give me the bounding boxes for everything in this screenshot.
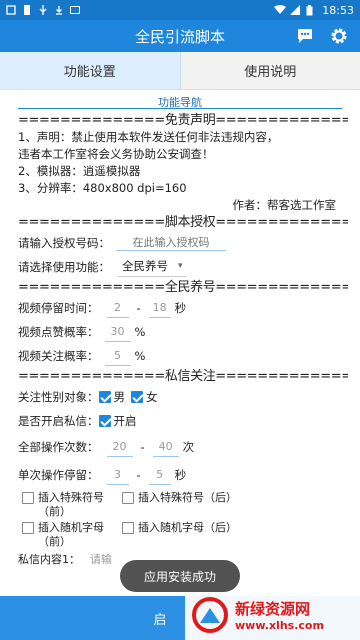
total-ops-label: 全部操作次数：	[18, 439, 99, 454]
usb-icon	[38, 5, 48, 15]
like-prob-label: 视频点赞概率：	[18, 324, 99, 339]
female-checkbox[interactable]: 女	[131, 389, 158, 406]
insert-letter-back-label: 插入随机字母（后）	[138, 521, 237, 534]
image-icon	[70, 5, 80, 15]
wifi-icon	[274, 5, 287, 15]
insert-letter-front-label: 插入随机字母（前）	[38, 521, 104, 548]
chat-button[interactable]	[292, 23, 318, 49]
dm-header: ==============私信关注=============	[18, 369, 348, 384]
dm-content-label: 私信内容1：	[18, 552, 80, 566]
gear-icon	[331, 28, 347, 44]
checkbox-unchecked-icon	[122, 492, 134, 504]
settings-button[interactable]	[326, 23, 352, 49]
disclaimer-line: 2、模拟器：逍遥模拟器	[18, 164, 141, 178]
range-separator: -	[136, 300, 141, 315]
female-label: 女	[146, 389, 158, 404]
checkbox-checked-icon	[131, 391, 143, 403]
enable-dm-checkbox[interactable]: 开启	[98, 413, 137, 430]
chat-icon	[298, 29, 312, 43]
follow-prob-label: 视频关注概率：	[18, 348, 99, 363]
checkbox-unchecked-icon	[22, 492, 34, 504]
disclaimer-line: 违者本工作室将会义务协助公安调查！	[18, 147, 214, 161]
function-select-label: 请选择使用功能：	[18, 259, 110, 274]
follow-prob-unit: %	[134, 348, 146, 363]
download-icon	[54, 5, 64, 15]
function-select-value: 全民养号	[122, 259, 168, 273]
auth-header: ==============脚本授权=============	[18, 215, 348, 230]
watermark-url: www.xlhs.com	[235, 619, 324, 632]
stay-max-input[interactable]: 18	[148, 298, 171, 318]
enable-dm-label: 是否开启私信：	[18, 413, 99, 428]
total-min-input[interactable]: 20	[106, 437, 133, 457]
battery-icon	[306, 5, 316, 16]
disclaimer-header: ==============免责声明=============	[18, 113, 348, 128]
total-max-input[interactable]: 40	[152, 437, 179, 457]
single-max-input[interactable]: 5	[148, 465, 171, 485]
raise-header: ==============全民养号==============	[18, 280, 348, 295]
sim-icon	[22, 5, 32, 15]
status-bar: 18:53	[0, 0, 360, 20]
disclaimer-line: 1、声明：禁止使用本软件发送任何非法违规内容，	[18, 130, 279, 144]
tab-bar: 功能设置 使用说明	[0, 52, 360, 90]
notification-icon	[6, 5, 16, 15]
stay-min-input[interactable]: 2	[106, 298, 129, 318]
enable-dm-text: 开启	[113, 413, 137, 428]
auth-code-input[interactable]	[116, 235, 226, 251]
checkbox-unchecked-icon	[22, 522, 34, 534]
single-stay-label: 单次操作停留：	[18, 467, 99, 482]
dm-content-input[interactable]: 请输	[90, 551, 112, 568]
range-separator: -	[140, 439, 145, 454]
signal-icon	[290, 5, 301, 15]
single-min-input[interactable]: 3	[106, 465, 129, 485]
settings-content: ==============免责声明============= 1、声明：禁止使…	[18, 112, 348, 569]
male-checkbox[interactable]: 男	[98, 389, 126, 406]
male-label: 男	[113, 389, 126, 404]
range-separator: -	[136, 467, 141, 482]
status-time: 18:53	[322, 3, 354, 17]
auth-code-label: 请输入授权号码：	[18, 235, 110, 250]
author-text: 作者：帮客选工作室	[232, 198, 337, 212]
watermark-logo-icon	[192, 597, 228, 633]
tab-usage-instructions[interactable]: 使用说明	[180, 52, 360, 89]
insert-symbol-back-label: 插入特殊符号（后）	[138, 491, 237, 504]
insert-letter-front-checkbox[interactable]: 插入随机字母（前）	[22, 521, 122, 549]
app-bar: 全民引流脚本	[0, 20, 360, 52]
checkbox-checked-icon	[98, 415, 111, 427]
stay-unit: 秒	[174, 300, 187, 315]
nav-divider	[18, 108, 342, 109]
tab-function-settings[interactable]: 功能设置	[0, 52, 181, 89]
stay-time-label: 视频停留时间：	[18, 300, 99, 315]
gender-label: 关注性别对象：	[18, 389, 99, 404]
disclaimer-line: 3、分辨率：480x800 dpi=160	[18, 181, 187, 195]
watermark-name: 新绿资源网	[235, 600, 311, 618]
like-prob-unit: %	[134, 324, 146, 339]
app-title: 全民引流脚本	[134, 27, 225, 46]
insert-symbol-front-checkbox[interactable]: 插入特殊符号（前）	[22, 491, 122, 519]
follow-prob-input[interactable]: 5	[104, 346, 131, 366]
start-button-label: 启	[153, 612, 167, 628]
watermark: 新绿资源网 www.xlhs.com	[185, 590, 360, 640]
toast-message: 应用安装成功	[120, 560, 240, 592]
single-unit: 秒	[174, 467, 187, 482]
insert-symbol-back-checkbox[interactable]: 插入特殊符号（后）	[122, 491, 272, 519]
insert-letter-back-checkbox[interactable]: 插入随机字母（后）	[122, 521, 272, 549]
function-select[interactable]: 全民养号 ▾	[118, 257, 187, 277]
checkbox-checked-icon	[98, 391, 111, 403]
chevron-down-icon: ▾	[178, 261, 183, 271]
like-prob-input[interactable]: 30	[104, 322, 131, 342]
total-unit: 次	[182, 439, 195, 454]
checkbox-unchecked-icon	[122, 522, 134, 534]
insert-symbol-front-label: 插入特殊符号（前）	[38, 491, 104, 518]
